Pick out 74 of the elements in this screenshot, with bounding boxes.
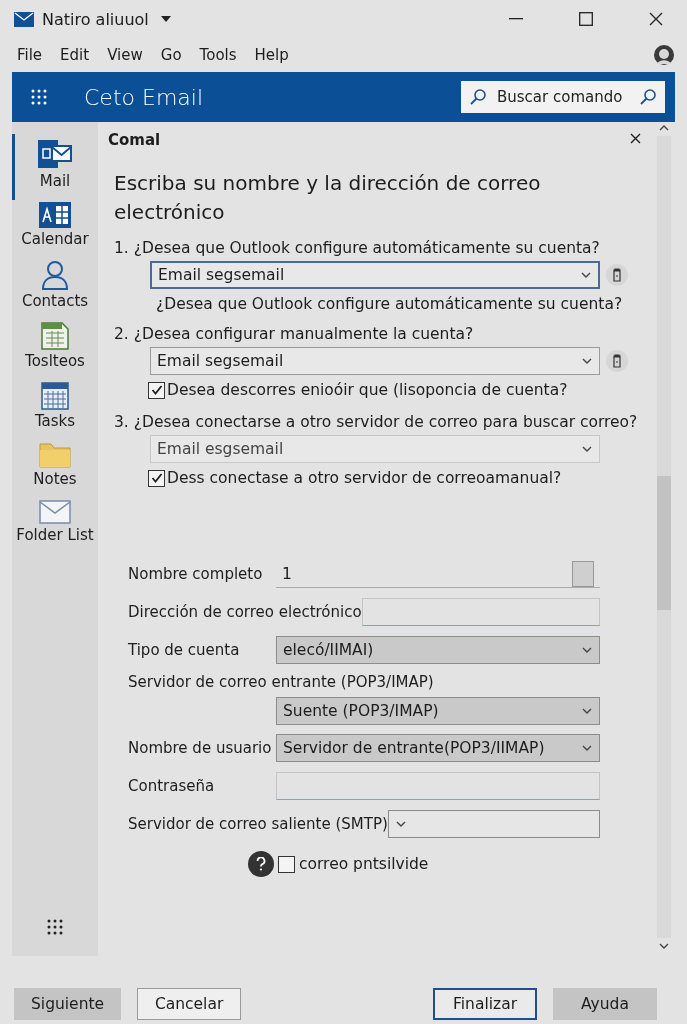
search-input[interactable]: Buscar comando: [495, 87, 631, 107]
menu-item[interactable]: Edit: [51, 42, 99, 68]
minimize-icon: [509, 18, 523, 20]
field-label: Servidor de correo entrante (POP3/IMAP): [128, 673, 435, 691]
checkbox-label: Desea descorres enioóir que (lisoponcia de cuenta?: [167, 381, 568, 399]
field-label: Nombre completo: [128, 565, 264, 583]
clipboard-icon: [612, 354, 622, 368]
question-text: 3. ¿Desea conectarse a otro servidor de correo para buscar correo?: [114, 413, 639, 431]
close-icon: [630, 133, 641, 144]
maximize-icon: [579, 12, 593, 26]
folder-icon: [39, 442, 71, 468]
app-grid-icon[interactable]: [30, 88, 48, 106]
menu-item[interactable]: Help: [245, 42, 298, 68]
checkbox[interactable]: [148, 469, 165, 487]
field-label: Nombre de usuario: [128, 739, 273, 757]
checkbox-label: Dess conectase a otro servidor de correoamanual?: [167, 469, 562, 487]
heading: Escriba su nombre y la dirección de correo electrónico: [114, 170, 542, 226]
spreadsheet-icon: [41, 322, 69, 350]
app-title: Ceto Email: [84, 84, 204, 110]
search-bar[interactable]: Buscar comando: [461, 81, 665, 113]
dropdown[interactable]: elecó/IIMAI): [276, 636, 600, 664]
clipboard-button[interactable]: [606, 350, 628, 372]
dialog-button[interactable]: Siguiente: [14, 988, 122, 1020]
help-icon[interactable]: [248, 851, 274, 877]
avatar-icon[interactable]: [653, 44, 675, 66]
dialog-button[interactable]: Ayuda: [553, 988, 657, 1020]
text-field[interactable]: [361, 598, 600, 626]
envelope-icon: [14, 11, 34, 27]
dropdown[interactable]: Email segsemail: [150, 261, 600, 289]
sidebar-item[interactable]: Notes: [12, 436, 98, 490]
sidebar-item[interactable]: Folder List: [12, 494, 98, 546]
app-grid-icon[interactable]: [46, 918, 64, 936]
text-field[interactable]: 1: [276, 560, 600, 588]
person-icon: [41, 260, 69, 290]
question-text: 2. ¿Desea configurar manualmente la cuenta?: [114, 325, 475, 343]
menu-item[interactable]: View: [98, 42, 152, 68]
field-label: Servidor de correo saliente (SMTP): [128, 815, 388, 833]
caret-icon[interactable]: [160, 16, 171, 22]
calendar-icon: [39, 202, 71, 228]
sidebar-item[interactable]: Tasks: [12, 376, 98, 432]
dropdown[interactable]: Email segsemail: [150, 347, 600, 375]
field-label: Dirección de correo electrónico: [128, 603, 362, 621]
question-text: 1. ¿Desea que Outlook configure automáticamente su cuenta?: [114, 239, 601, 257]
search-icon[interactable]: [639, 88, 657, 106]
menu-item[interactable]: File: [8, 42, 52, 68]
menu-item[interactable]: Go: [151, 42, 191, 68]
close-icon: [649, 12, 663, 26]
calendar-grid-icon: [41, 382, 69, 410]
dropdown[interactable]: Suente (POP3/IMAP): [276, 697, 600, 725]
checkbox[interactable]: [148, 381, 165, 399]
field-label: Contraseña: [128, 777, 216, 795]
sidebar-item[interactable]: Calendar: [12, 196, 98, 250]
dialog-button[interactable]: Cancelar: [137, 988, 242, 1020]
envelope-icon: [39, 500, 71, 524]
scroll-down-icon[interactable]: [658, 942, 670, 950]
dropdown[interactable]: Servidor de entrante(POP3/IIMAP): [276, 734, 600, 762]
clipboard-icon: [612, 268, 622, 282]
panel-title: Comal: [108, 130, 161, 149]
field-label: Tipo de cuenta: [128, 641, 241, 659]
window-title: Natiro aliuuol: [42, 9, 149, 29]
checkbox-label: correo pntsilvide: [299, 855, 429, 873]
dialog-button[interactable]: Finalizar: [433, 988, 537, 1020]
clipboard-button[interactable]: [606, 264, 628, 286]
hint-text: ¿Desea que Outlook configure automáticamente su cuenta?: [156, 295, 624, 313]
sidebar-item[interactable]: Contacts: [12, 254, 98, 312]
mail-icon: [38, 138, 72, 170]
checkbox[interactable]: [278, 855, 295, 873]
search-icon: [469, 88, 487, 106]
dropdown[interactable]: [387, 810, 600, 838]
menu-item[interactable]: Tools: [190, 42, 246, 68]
scrollbar-thumb[interactable]: [657, 476, 671, 610]
text-field[interactable]: [276, 772, 600, 800]
scroll-up-icon[interactable]: [658, 124, 670, 132]
sidebar-item[interactable]: Toslteos: [12, 316, 98, 372]
